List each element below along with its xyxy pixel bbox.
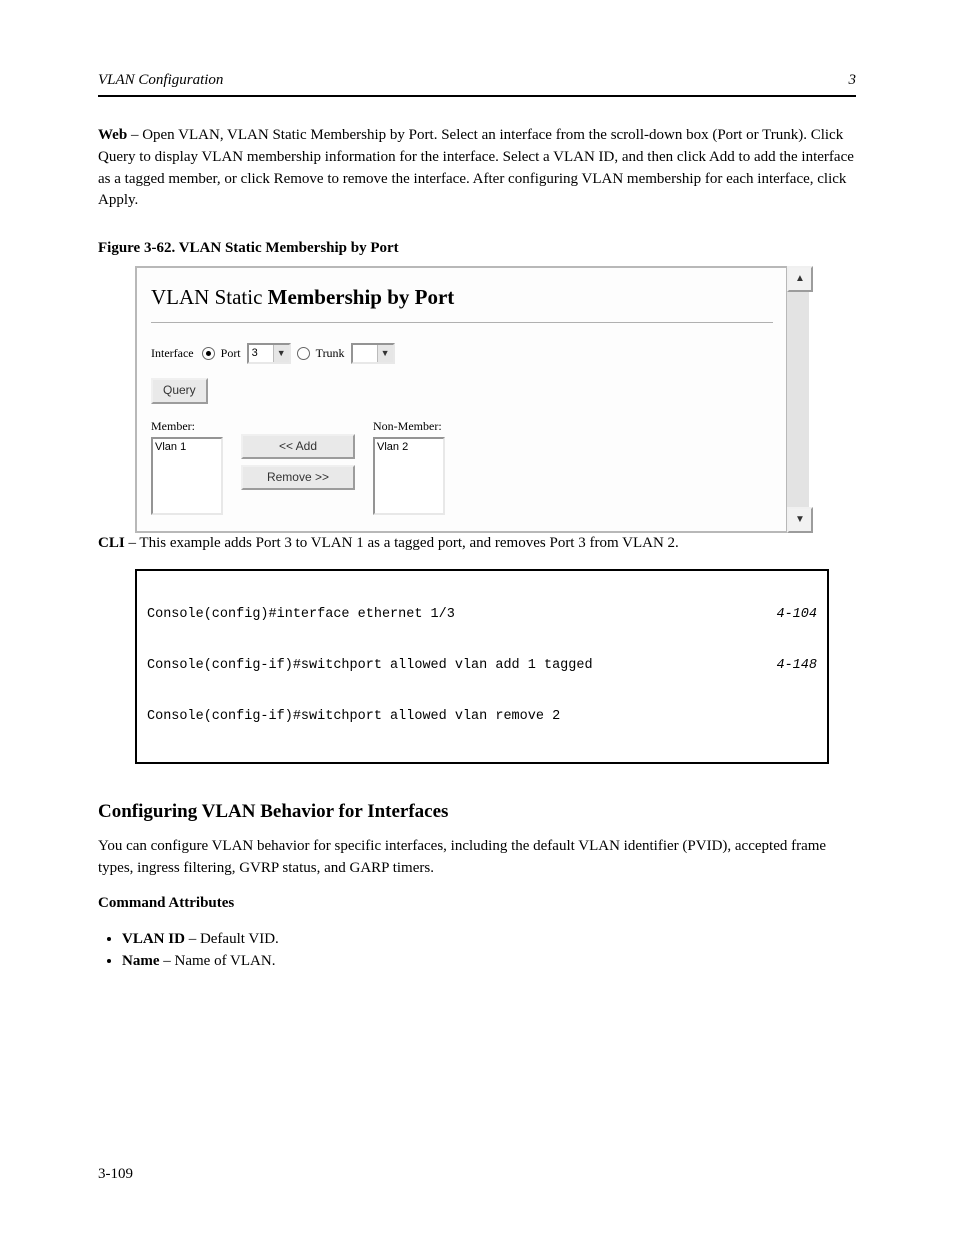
scroll-down-icon[interactable]: ▼ [787,507,813,533]
nonmember-label: Non-Member: [373,418,445,435]
cli-cmd: Console(config)#interface ethernet 1/3 [147,607,455,624]
page-number: 3-109 [98,1166,133,1183]
cli-label: CLI [98,535,125,551]
list-item: Name – Name of VLAN. [122,951,856,973]
interface-row: Interface Port 3 ▼ Trunk ▼ [151,343,773,364]
trunk-radio-label: Trunk [316,345,345,362]
intro-web-label: Web [98,127,127,143]
figure-caption: Figure 3-62. VLAN Static Membership by P… [98,238,856,260]
chevron-down-icon[interactable]: ▼ [377,345,393,362]
cli-caption-text: – This example adds Port 3 to VLAN 1 as … [125,535,679,551]
trunk-radio[interactable] [297,347,310,360]
cli-line: Console(config-if)#switchport allowed vl… [147,709,817,726]
list-item: VLAN ID – Default VID. [122,929,856,951]
header-rule [98,95,856,97]
cli-cmd: Console(config-if)#switchport allowed vl… [147,658,593,675]
command-attributes-list: VLAN ID – Default VID. Name – Name of VL… [98,929,856,973]
remove-button[interactable]: Remove >> [241,465,355,490]
scrollbar[interactable]: ▲ ▼ [786,266,809,533]
section-paragraph: You can configure VLAN behavior for spec… [98,836,856,880]
member-label: Member: [151,418,223,435]
port-select-value: 3 [249,345,273,362]
add-button[interactable]: << Add [241,434,355,459]
panel-rule [151,322,773,323]
section-heading: Configuring VLAN Behavior for Interfaces [98,798,856,826]
member-list-item[interactable]: Vlan 1 [155,440,219,456]
running-header-left: VLAN Configuration [98,72,223,89]
cli-ref: 4-104 [776,607,817,624]
port-radio-label: Port [221,345,241,362]
intro-web-text: – Open VLAN, VLAN Static Membership by P… [98,127,854,208]
scroll-up-icon[interactable]: ▲ [787,266,813,292]
cli-box: Console(config)#interface ethernet 1/3 4-… [135,569,829,765]
panel-title: VLAN Static Membership by Port [151,282,773,312]
panel-title-bold: Membership by Port [268,285,455,309]
nonmember-listbox[interactable]: Vlan 2 [373,437,445,515]
query-button[interactable]: Query [151,378,208,403]
command-attributes-heading: Command Attributes [98,893,856,915]
nonmember-list-item[interactable]: Vlan 2 [377,440,441,456]
ui-screenshot-frame: ▲ ▼ VLAN Static Membership by Port Inter… [135,266,809,533]
port-radio[interactable] [202,347,215,360]
member-listbox[interactable]: Vlan 1 [151,437,223,515]
intro-paragraph-web: Web – Open VLAN, VLAN Static Membership … [98,125,856,212]
cli-line: Console(config)#interface ethernet 1/3 4-… [147,607,817,624]
cli-cmd: Console(config-if)#switchport allowed vl… [147,709,560,726]
cli-line: Console(config-if)#switchport allowed vl… [147,658,817,675]
running-header-right: 3 [849,72,857,89]
chevron-down-icon[interactable]: ▼ [273,345,289,362]
trunk-select[interactable]: ▼ [351,343,395,364]
figure-caption-text: Figure 3-62. VLAN Static Membership by P… [98,240,399,256]
interface-label: Interface [151,345,194,362]
cli-caption: CLI – This example adds Port 3 to VLAN 1… [98,533,856,555]
cli-ref: 4-148 [776,658,817,675]
panel-title-thin: VLAN Static [151,285,268,309]
port-select[interactable]: 3 ▼ [247,343,291,364]
trunk-select-value [353,345,377,362]
